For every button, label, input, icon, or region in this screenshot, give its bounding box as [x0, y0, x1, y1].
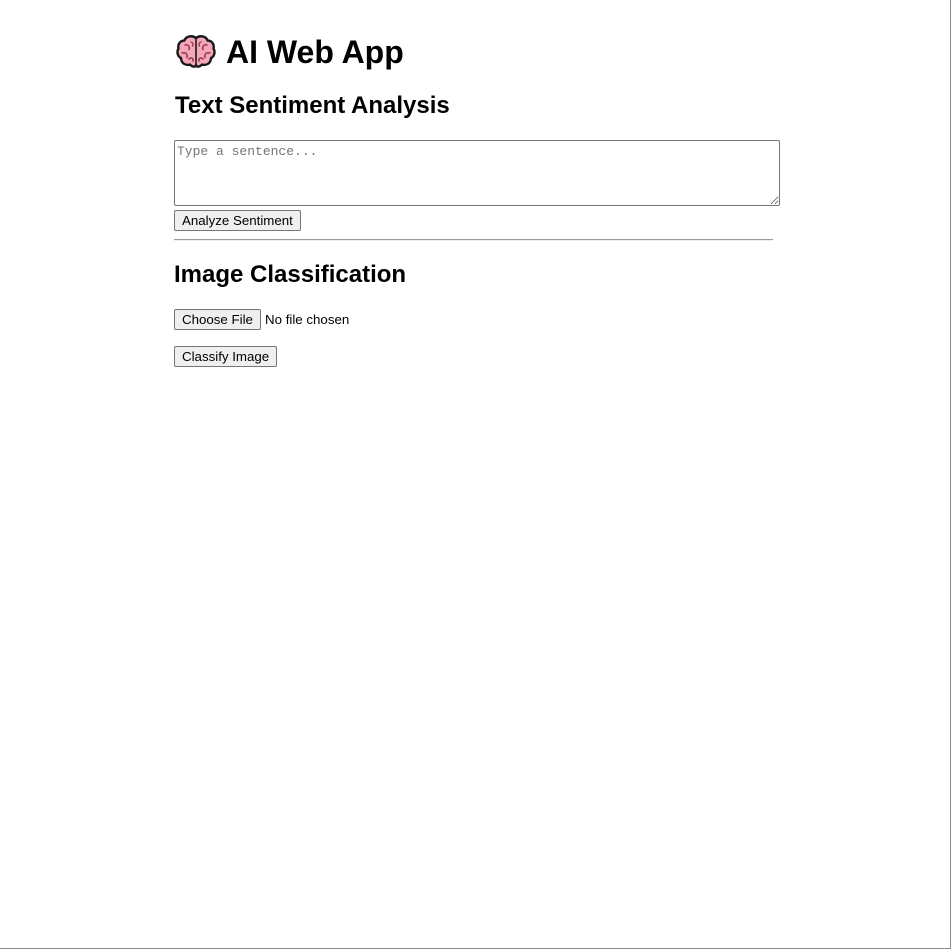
app-title: AI Web App [226, 34, 404, 70]
classify-image-button[interactable]: Classify Image [174, 346, 278, 367]
analyze-sentiment-button[interactable]: Analyze Sentiment [174, 210, 301, 231]
sentiment-heading: Text Sentiment Analysis [175, 92, 450, 119]
brain-icon [176, 34, 216, 70]
image-classification-heading: Image Classification [174, 261, 407, 288]
app-header: AI Web App [176, 30, 404, 74]
choose-file-button[interactable]: Choose File [174, 309, 261, 330]
sentence-input[interactable] [174, 140, 780, 206]
file-status-label: No file chosen [265, 312, 350, 327]
section-divider [174, 239, 773, 241]
